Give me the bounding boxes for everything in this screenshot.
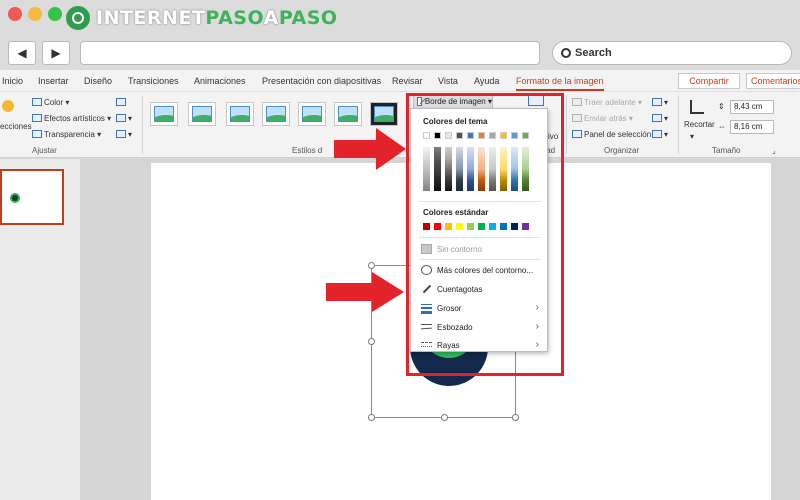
ribbon-tabs: Inicio Insertar Diseño Transiciones Anim… <box>0 70 800 92</box>
width-icon: ⇔ <box>718 122 726 131</box>
ribbon-separator <box>678 96 679 154</box>
resize-handle[interactable] <box>368 338 375 345</box>
site-logo: INTERNETPASOAPASO <box>66 4 338 32</box>
width-field[interactable]: 8,16 cm <box>730 120 774 134</box>
tab-revisar[interactable]: Revisar <box>392 76 423 86</box>
selection-pane-icon <box>572 130 582 138</box>
share-button[interactable]: Compartir <box>678 73 740 89</box>
efectos-button[interactable]: Efectos artísticos ▾ <box>32 114 111 123</box>
picture-style-6[interactable] <box>334 102 362 126</box>
group-button[interactable]: ▾ <box>652 114 668 123</box>
slide-thumbnail[interactable] <box>0 169 64 225</box>
browser-toolbar: ◀ ▶ Search <box>0 36 800 70</box>
picture-style-5[interactable] <box>298 102 326 126</box>
group-label-tamano: Tamaño <box>712 146 741 155</box>
search-input[interactable]: Search <box>552 41 792 65</box>
enviar-atras-button[interactable]: Enviar atrás ▾ <box>572 114 633 123</box>
compress-button[interactable] <box>116 98 128 107</box>
height-icon: ⇕ <box>718 102 725 111</box>
picture-style-7[interactable] <box>370 102 398 126</box>
back-button[interactable]: ◀ <box>8 41 36 65</box>
transparencia-button[interactable]: Transparencia ▾ <box>32 130 101 139</box>
thumbnail-logo <box>10 193 20 203</box>
panel-label: Panel de selección <box>584 130 652 139</box>
picture-style-4[interactable] <box>262 102 290 126</box>
transparencia-label: Transparencia <box>44 130 95 139</box>
annotation-highlight-box <box>406 93 564 376</box>
tab-inicio[interactable]: Inicio <box>2 76 23 86</box>
window-titlebar: INTERNETPASOAPASO <box>0 0 800 36</box>
close-window-button[interactable] <box>8 7 22 21</box>
align-button[interactable]: ▾ <box>652 98 668 107</box>
correcciones-button[interactable]: ecciones <box>0 122 32 131</box>
active-tab-indicator <box>516 89 604 91</box>
panel-seleccion-button[interactable]: Panel de selección <box>572 130 651 139</box>
ribbon-separator <box>566 96 567 154</box>
bring-forward-icon <box>572 98 582 106</box>
search-label: Search <box>575 47 612 59</box>
ribbon-separator <box>142 96 143 154</box>
rotate-icon <box>652 130 662 138</box>
brand-text: INTERNETPASOAPASO <box>96 7 338 29</box>
resize-handle[interactable] <box>512 414 519 421</box>
tab-diseno[interactable]: Diseño <box>84 76 112 86</box>
tab-animaciones[interactable]: Animaciones <box>194 76 246 86</box>
picture-style-2[interactable] <box>188 102 216 126</box>
compress-icon <box>116 98 126 106</box>
send-backward-icon <box>572 114 582 122</box>
tab-insertar[interactable]: Insertar <box>38 76 69 86</box>
rotate-button[interactable]: ▾ <box>652 130 668 139</box>
annotation-arrow-top <box>334 128 406 170</box>
transparencia-icon <box>32 130 42 138</box>
color-icon <box>32 98 42 106</box>
size-dialog-launcher[interactable]: ⌟ <box>772 146 776 155</box>
annotation-arrow-bottom <box>326 272 404 312</box>
sun-icon <box>2 100 14 112</box>
efectos-icon <box>32 114 42 122</box>
resize-handle[interactable] <box>441 414 448 421</box>
traer-adelante-button[interactable]: Traer adelante ▾ <box>572 98 642 107</box>
crop-icon <box>690 100 704 114</box>
brand-logo-icon <box>66 6 90 30</box>
search-icon <box>561 48 571 58</box>
tab-ayuda[interactable]: Ayuda <box>474 76 499 86</box>
tab-formato-imagen[interactable]: Formato de la imagen <box>516 76 604 86</box>
recortar-dropdown[interactable]: ▾ <box>690 132 694 141</box>
change-picture-icon <box>116 114 126 122</box>
height-field[interactable]: 8,43 cm <box>730 100 774 114</box>
align-icon <box>652 98 662 106</box>
efectos-label: Efectos artísticos <box>44 114 105 123</box>
change-picture-button[interactable]: ▾ <box>116 114 132 123</box>
color-label: Color <box>44 98 64 107</box>
group-label-estilos: Estilos d <box>292 146 323 155</box>
resize-handle[interactable] <box>368 262 375 269</box>
resize-handle[interactable] <box>368 414 375 421</box>
group-icon <box>652 114 662 122</box>
comments-label: Comentarios <box>751 76 800 86</box>
address-bar[interactable] <box>80 41 540 65</box>
reset-picture-button[interactable]: ▾ <box>116 130 132 139</box>
tab-vista[interactable]: Vista <box>438 76 458 86</box>
tab-transiciones[interactable]: Transiciones <box>128 76 179 86</box>
group-label-ajustar: Ajustar <box>32 146 57 155</box>
color-button[interactable]: Color ▾ <box>32 98 69 107</box>
picture-style-3[interactable] <box>226 102 254 126</box>
group-label-organizar: Organizar <box>604 146 640 155</box>
slides-thumbnail-pane <box>0 159 80 500</box>
forward-button[interactable]: ▶ <box>42 41 70 65</box>
minimize-window-button[interactable] <box>28 7 42 21</box>
picture-style-1[interactable] <box>150 102 178 126</box>
enviar-label: Enviar atrás <box>584 114 627 123</box>
comments-button[interactable]: Comentarios <box>746 73 800 89</box>
reset-picture-icon <box>116 130 126 138</box>
tab-presentacion[interactable]: Presentación con diapositivas <box>262 76 381 86</box>
share-label: Compartir <box>689 76 729 86</box>
zoom-window-button[interactable] <box>48 7 62 21</box>
recortar-button[interactable]: Recortar <box>684 120 715 129</box>
traer-label: Traer adelante <box>584 98 636 107</box>
